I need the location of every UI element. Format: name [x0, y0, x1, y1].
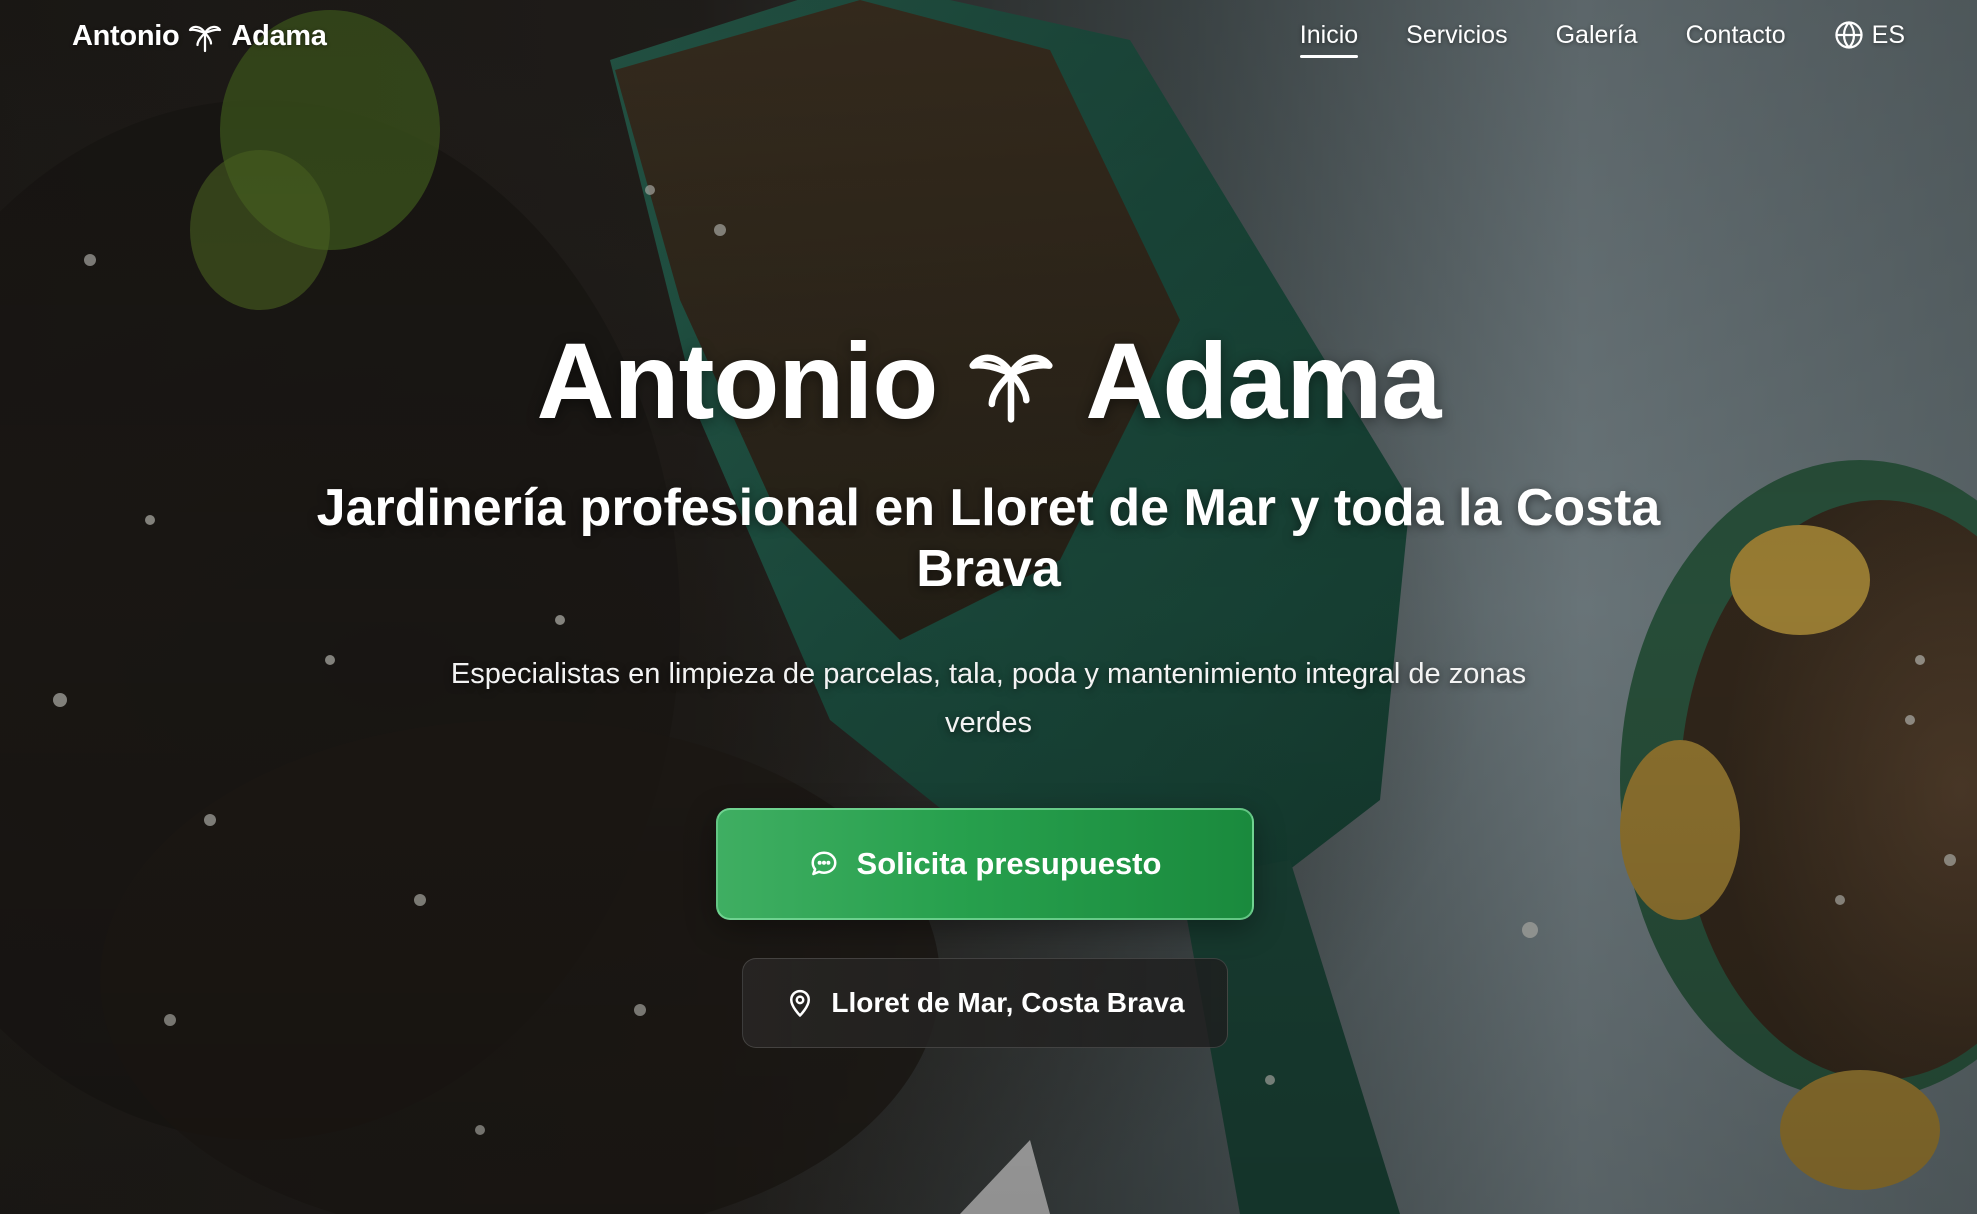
language-label: ES — [1871, 20, 1905, 49]
palm-tree-icon — [969, 354, 1053, 423]
location-button[interactable]: Lloret de Mar, Costa Brava — [742, 958, 1228, 1048]
top-navigation: Antonio Adama Inicio Servicios Galería C… — [0, 0, 1977, 74]
nav-item-galeria[interactable]: Galería — [1556, 21, 1638, 58]
nav-item-inicio[interactable]: Inicio — [1299, 21, 1359, 58]
request-quote-button[interactable]: Solicita presupuesto — [716, 808, 1254, 920]
nav-item-servicios[interactable]: Servicios — [1406, 21, 1507, 58]
language-selector[interactable]: ES — [1834, 20, 1905, 58]
palm-tree-icon — [189, 25, 222, 53]
brand-logo[interactable]: Antonio Adama — [72, 18, 327, 54]
hero-description: Especialistas en limpieza de parcelas, t… — [450, 658, 1527, 739]
nav-item-contacto[interactable]: Contacto — [1686, 21, 1786, 58]
hero-section: Antonio Adama Inicio Servicios Galería C… — [0, 0, 1977, 1214]
brand-name-first: Antonio — [72, 19, 180, 52]
hero-subtitle: Jardinería profesional en Lloret de Mar … — [316, 479, 1661, 598]
nav-menu: Inicio Servicios Galería Contacto ES — [1299, 20, 1905, 58]
globe-icon — [1835, 21, 1863, 49]
hero-title-last: Adama — [1085, 320, 1441, 441]
chat-icon — [811, 851, 837, 876]
hero-title-first: Antonio — [536, 320, 939, 441]
brand-name-last: Adama — [231, 19, 327, 52]
map-pin-icon — [790, 989, 811, 1017]
request-quote-label: Solicita presupuesto — [856, 846, 1162, 881]
location-label: Lloret de Mar, Costa Brava — [831, 987, 1185, 1018]
hero-title: Antonio Adama — [0, 318, 1977, 443]
